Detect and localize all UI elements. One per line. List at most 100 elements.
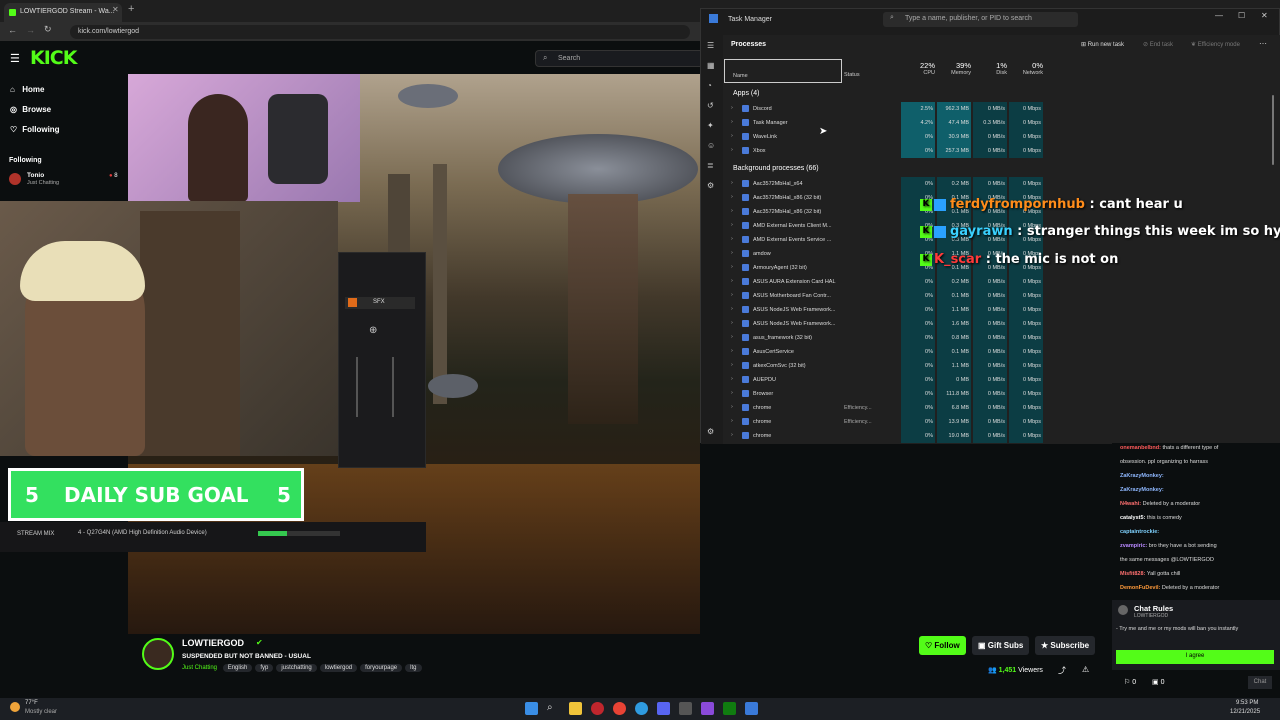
- column-header-cpu[interactable]: 22% CPU: [901, 61, 935, 76]
- clock-time[interactable]: 9:53 PM: [1236, 700, 1258, 706]
- search-input[interactable]: ⌕ Search: [535, 50, 705, 67]
- process-row[interactable]: › ASUS NodeJS Web Framework... 0% 1.1 MB 0 M…: [723, 303, 1223, 317]
- column-header-memory[interactable]: 39% Memory: [937, 61, 971, 76]
- expand-icon[interactable]: ›: [731, 194, 733, 200]
- volume-slider[interactable]: [392, 357, 394, 417]
- gift-counter[interactable]: ▣ 0: [1152, 678, 1164, 686]
- new-tab-icon[interactable]: +: [128, 3, 134, 15]
- expand-icon[interactable]: ›: [731, 250, 733, 256]
- expand-icon[interactable]: ›: [731, 348, 733, 354]
- opera-icon[interactable]: [591, 702, 604, 715]
- add-icon[interactable]: ⊕: [369, 325, 377, 336]
- process-row[interactable]: › WaveLink 0% 30.9 MB 0 MB/s 0 Mbps: [723, 130, 1223, 144]
- processes-icon[interactable]: ▦: [707, 61, 715, 70]
- process-row[interactable]: › AsusCertService 0% 0.1 MB 0 MB/s 0 Mbps: [723, 345, 1223, 359]
- tag[interactable]: justchatting: [276, 664, 317, 672]
- minimize-icon[interactable]: —: [1215, 11, 1223, 20]
- process-row[interactable]: › ASUS NodeJS Web Framework... 0% 1.6 MB 0 M…: [723, 317, 1223, 331]
- close-tab-icon[interactable]: ✕: [112, 5, 119, 14]
- expand-icon[interactable]: ›: [731, 236, 733, 242]
- details-icon[interactable]: ≣: [707, 161, 714, 170]
- process-row[interactable]: › AUEPDU 0% 0 MB 0 MB/s 0 Mbps: [723, 373, 1223, 387]
- share-icon[interactable]: ⤴: [1058, 665, 1066, 676]
- process-row[interactable]: › asus_framework (32 bit) 0% 0.8 MB 0 MB/s 0 …: [723, 331, 1223, 345]
- expand-icon[interactable]: ›: [731, 292, 733, 298]
- expand-icon[interactable]: ›: [731, 133, 733, 139]
- agree-button[interactable]: I agree: [1116, 650, 1274, 664]
- following-channel[interactable]: Tonio Just Chatting ● 8: [9, 172, 121, 190]
- more-options-icon[interactable]: ⋯: [1259, 39, 1267, 48]
- process-row[interactable]: › Xbox 0% 257.3 MB 0 MB/s 0 Mbps: [723, 144, 1223, 158]
- clock-date[interactable]: 12/21/2025: [1230, 709, 1260, 715]
- reload-icon[interactable]: ↻: [44, 24, 52, 35]
- chat-username[interactable]: captaintrockie:: [1120, 529, 1159, 535]
- gift-subs-button[interactable]: ▣ Gift Subs: [972, 636, 1030, 655]
- channel-name[interactable]: LOWTIERGOD: [182, 638, 244, 648]
- tag[interactable]: lowtiergod: [319, 664, 358, 672]
- expand-icon[interactable]: ›: [731, 404, 733, 410]
- expand-icon[interactable]: ›: [731, 320, 733, 326]
- process-row[interactable]: › ASUS Motherboard Fan Contr... 0% 0.1 MB 0 …: [723, 289, 1223, 303]
- expand-icon[interactable]: ›: [731, 105, 733, 111]
- channel-avatar[interactable]: [142, 638, 174, 670]
- history-icon[interactable]: ↺: [707, 101, 714, 110]
- efficiency-mode-button[interactable]: ❦ Efficiency mode: [1191, 41, 1240, 48]
- chat-username[interactable]: ZaKrazyMonkey:: [1120, 473, 1164, 479]
- process-search-input[interactable]: ⌕ Type a name, publisher, or PID to sear…: [883, 12, 1078, 27]
- chat-username[interactable]: N4wahi:: [1120, 501, 1141, 507]
- scrollbar[interactable]: [1272, 95, 1274, 165]
- report-icon[interactable]: ⚠: [1082, 665, 1089, 674]
- category-link[interactable]: Just Chatting: [182, 665, 217, 671]
- expand-icon[interactable]: ›: [731, 376, 733, 382]
- tag[interactable]: fyp: [255, 664, 274, 672]
- chat-username[interactable]: ZaKrazyMonkey:: [1120, 487, 1164, 493]
- expand-icon[interactable]: ›: [731, 334, 733, 340]
- tag[interactable]: foryourpage: [360, 664, 403, 672]
- xbox-icon[interactable]: [723, 702, 736, 715]
- audio-device-select[interactable]: 4 - Q27G4N (AMD High Definition Audio De…: [62, 527, 250, 540]
- process-row[interactable]: › Task Manager 4.2% 47.4 MB 0.3 MB/s 0 Mbps: [723, 116, 1223, 130]
- maximize-icon[interactable]: ☐: [1238, 11, 1245, 20]
- close-icon[interactable]: ✕: [1261, 11, 1268, 20]
- process-row[interactable]: › chrome 0% 19.0 MB 0 MB/s 0 Mbps: [723, 429, 1223, 443]
- expand-icon[interactable]: ›: [731, 180, 733, 186]
- expand-icon[interactable]: ›: [731, 390, 733, 396]
- app-icon[interactable]: [701, 702, 714, 715]
- discord-icon[interactable]: [657, 702, 670, 715]
- performance-icon[interactable]: ◔: [707, 81, 712, 90]
- column-header-disk[interactable]: 1% Disk: [973, 61, 1007, 76]
- task-manager-icon[interactable]: [745, 702, 758, 715]
- settings-icon[interactable]: ⚙: [707, 427, 714, 436]
- tag[interactable]: English: [222, 664, 253, 672]
- wavelink-icon[interactable]: [679, 702, 692, 715]
- users-icon[interactable]: ☺: [707, 141, 715, 150]
- expand-icon[interactable]: ›: [731, 278, 733, 284]
- expand-icon[interactable]: ›: [731, 432, 733, 438]
- process-row[interactable]: › Aac3572MbHal_x64 0% 0.2 MB 0 MB/s 0 Mbps: [723, 177, 1223, 191]
- edge-icon[interactable]: [635, 702, 648, 715]
- end-task-button[interactable]: ⊘ End task: [1143, 41, 1173, 48]
- chat-send-button[interactable]: Chat: [1248, 676, 1272, 689]
- hamburger-icon[interactable]: ☰: [707, 41, 714, 50]
- expand-icon[interactable]: ›: [731, 147, 733, 153]
- sidebar-item-home[interactable]: ⌂ Home: [10, 85, 44, 94]
- sidebar-item-following[interactable]: ♡ Following: [10, 125, 60, 134]
- process-row[interactable]: › atkexComSvc (32 bit) 0% 1.1 MB 0 MB/s 0 Mbp…: [723, 359, 1223, 373]
- browser-tab[interactable]: LOWTIERGOD Stream - Wa...: [4, 3, 122, 22]
- volume-slider[interactable]: [356, 357, 358, 417]
- url-field[interactable]: kick.com/lowtiergod: [70, 25, 690, 39]
- expand-icon[interactable]: ›: [731, 418, 733, 424]
- chat-username[interactable]: DemonFuDevil:: [1120, 585, 1160, 591]
- menu-icon[interactable]: ☰: [10, 52, 20, 65]
- process-row[interactable]: › chrome Efficiency... 0% 6.8 MB 0 MB/s 0 Mbps: [723, 401, 1223, 415]
- kicks-counter[interactable]: ⚐ 0: [1124, 678, 1136, 686]
- expand-icon[interactable]: ›: [731, 306, 733, 312]
- process-row[interactable]: › Browser 0% 111.8 MB 0 MB/s 0 Mbps: [723, 387, 1223, 401]
- expand-icon[interactable]: ›: [731, 264, 733, 270]
- chat-username[interactable]: catalyst5:: [1120, 515, 1145, 521]
- forward-icon[interactable]: →: [26, 25, 35, 35]
- back-icon[interactable]: ←: [8, 25, 17, 35]
- start-icon[interactable]: [525, 702, 538, 715]
- kick-logo[interactable]: KICK: [30, 47, 77, 69]
- tag[interactable]: ltg: [405, 664, 422, 672]
